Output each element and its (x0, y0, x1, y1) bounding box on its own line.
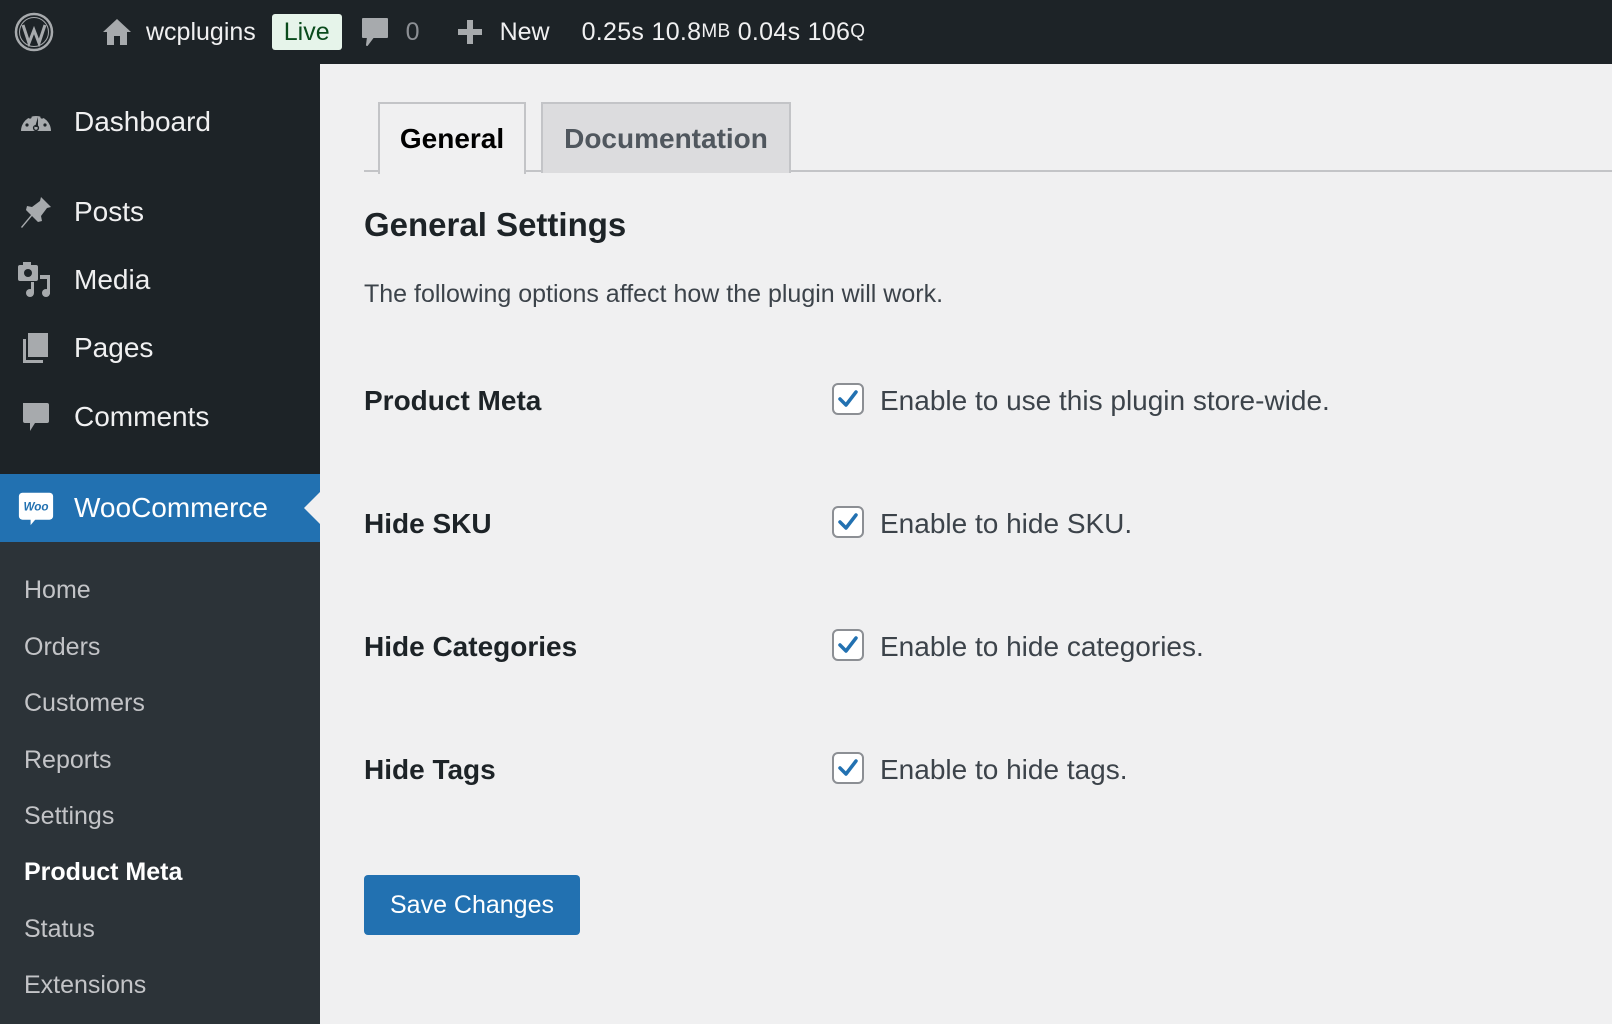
submenu-item-reports[interactable]: Reports (24, 732, 112, 788)
submenu-item-orders[interactable]: Orders (24, 619, 100, 675)
submenu-item-home[interactable]: Home (24, 562, 91, 618)
product-meta-checkbox[interactable] (832, 383, 864, 415)
environment-badge: Live (272, 14, 342, 50)
woocommerce-logo-icon: Woo (18, 490, 54, 526)
tab-general[interactable]: General (378, 102, 526, 174)
home-icon[interactable] (100, 0, 134, 64)
admin-bar: wcplugins Live 0 New 0.25s 10.8MB 0.04s … (0, 0, 1612, 64)
svg-text:Woo: Woo (23, 501, 48, 514)
dashboard-icon (18, 104, 54, 140)
page-time: 0.25s (582, 18, 645, 47)
query-unit: Q (850, 21, 865, 43)
tab-documentation[interactable]: Documentation (541, 102, 791, 173)
submenu-item-settings[interactable]: Settings (24, 788, 114, 844)
woocommerce-submenu: Home Orders Customers Reports Settings P… (0, 542, 320, 1024)
setting-label: Hide Tags (364, 754, 496, 786)
nav-tabs: General Documentation (364, 102, 1612, 172)
section-title: General Settings (364, 206, 626, 244)
query-time: 0.04s (738, 18, 801, 47)
checkbox-label[interactable]: Enable to use this plugin store-wide. (880, 385, 1330, 417)
sidebar-item-woocommerce[interactable]: Woo WooCommerce (0, 474, 320, 542)
setting-row-product-meta: Product Meta Enable to use this plugin s… (364, 377, 1564, 427)
sidebar-item-posts[interactable]: Posts (0, 177, 320, 246)
sidebar-item-label: Comments (74, 401, 209, 433)
sidebar-item-label: Dashboard (74, 106, 211, 138)
section-description: The following options affect how the plu… (364, 280, 943, 309)
memory-unit: MB (701, 21, 730, 43)
query-count: 106 (808, 18, 851, 47)
hide-tags-checkbox[interactable] (832, 752, 864, 784)
submenu-item-customers[interactable]: Customers (24, 675, 145, 731)
site-name-link[interactable]: wcplugins (146, 0, 256, 64)
new-content-link[interactable]: New (500, 0, 550, 64)
main-content: General Documentation General Settings T… (320, 64, 1612, 1024)
comment-icon (18, 399, 54, 435)
admin-sidebar: Dashboard Posts Media Pages Comments Woo… (0, 64, 320, 1024)
current-menu-arrow (304, 492, 320, 524)
checkbox-label[interactable]: Enable to hide SKU. (880, 508, 1132, 540)
sidebar-item-label: WooCommerce (74, 492, 268, 524)
submenu-item-extensions[interactable]: Extensions (24, 957, 146, 1013)
hide-categories-checkbox[interactable] (832, 629, 864, 661)
memory-usage: 10.8 (652, 18, 702, 47)
sidebar-item-pages[interactable]: Pages (0, 313, 320, 382)
setting-row-hide-tags: Hide Tags Enable to hide tags. (364, 746, 1564, 796)
sidebar-item-label: Media (74, 264, 150, 296)
save-changes-button[interactable]: Save Changes (364, 875, 580, 935)
checkbox-label[interactable]: Enable to hide categories. (880, 631, 1204, 663)
plus-icon[interactable] (456, 0, 484, 64)
setting-label: Hide SKU (364, 508, 492, 540)
pages-icon (18, 330, 54, 366)
sidebar-item-media[interactable]: Media (0, 245, 320, 314)
wordpress-logo-icon[interactable] (14, 0, 54, 64)
checkbox-label[interactable]: Enable to hide tags. (880, 754, 1128, 786)
setting-row-hide-sku: Hide SKU Enable to hide SKU. (364, 500, 1564, 550)
setting-row-hide-categories: Hide Categories Enable to hide categorie… (364, 623, 1564, 673)
sidebar-item-comments[interactable]: Comments (0, 382, 320, 451)
submenu-item-product-meta[interactable]: Product Meta (24, 844, 182, 900)
checkmark-icon (836, 387, 860, 411)
media-icon (18, 262, 54, 298)
sidebar-item-dashboard[interactable]: Dashboard (0, 87, 320, 156)
query-monitor-stats[interactable]: 0.25s 10.8MB 0.04s 106Q (582, 0, 866, 64)
comments-count[interactable]: 0 (406, 0, 420, 64)
checkmark-icon (836, 633, 860, 657)
hide-sku-checkbox[interactable] (832, 506, 864, 538)
submenu-item-status[interactable]: Status (24, 901, 95, 957)
pin-icon (18, 194, 54, 230)
setting-label: Product Meta (364, 385, 541, 417)
sidebar-item-label: Posts (74, 196, 144, 228)
sidebar-item-label: Pages (74, 332, 153, 364)
checkmark-icon (836, 510, 860, 534)
comments-icon[interactable] (360, 0, 390, 64)
checkmark-icon (836, 756, 860, 780)
setting-label: Hide Categories (364, 631, 577, 663)
